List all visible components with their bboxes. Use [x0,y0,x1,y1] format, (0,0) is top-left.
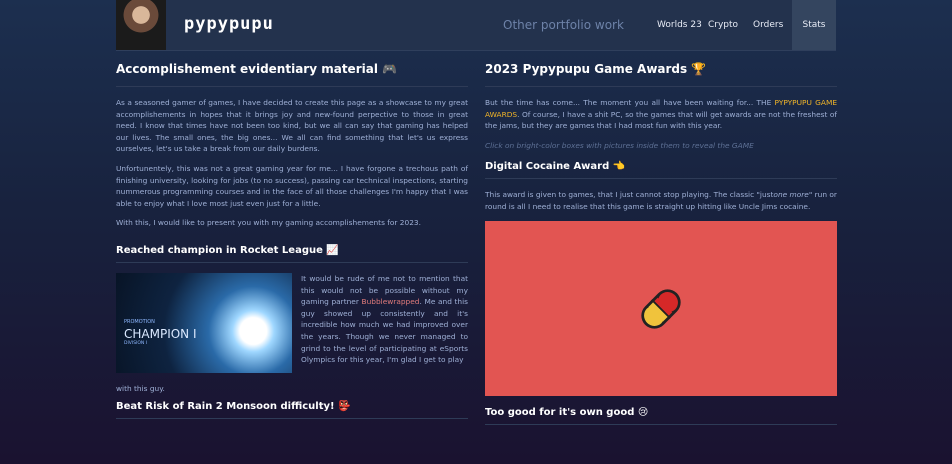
champion-label: CHAMPION I [124,326,197,341]
award-1-description: This award is given to games, that I jus… [485,190,837,211]
nav-orders[interactable]: Orders [753,0,783,50]
division-label: DIVISION I [124,340,148,346]
game-awards-column: 2023 Pypypupu Game Awards 🏆 But the time… [485,62,837,435]
game-awards-title: 2023 Pypypupu Game Awards 🏆 [485,62,707,76]
accomplishments-title: Accomplishement evidentiary material 🎮 [116,62,398,76]
intro-paragraph-1: As a seasoned gamer of games, I have dec… [116,98,468,154]
rocket-league-text: It would be rude of me not to mention th… [301,273,468,365]
top-nav-bar: pypypupu Other portfolio work Worlds 23 … [116,0,836,51]
click-instruction: Click on bright-color boxes with picture… [485,140,754,150]
award-1-reveal [485,220,837,405]
site-brand[interactable]: pypypupu [184,14,274,34]
rocket-league-section: PROMOTION CHAMPION I DIVISION I It would… [116,272,468,393]
accomplishments-column: Accomplishement evidentiary material 🎮 A… [116,62,468,429]
award-1-reveal-box[interactable] [485,220,837,396]
portfolio-link[interactable]: Other portfolio work [503,18,624,32]
awards-intro: But the time has come... The moment you … [485,98,837,131]
nav-worlds[interactable]: Worlds 23 [657,0,702,50]
risk-of-rain-title: Beat Risk of Rain 2 Monsoon difficulty! … [116,400,351,412]
nav-stats[interactable]: Stats [792,0,836,50]
intro-paragraph-2: Unfortunentely, this was not a great gam… [116,163,468,208]
intro-paragraph-3: With this, I would like to present you w… [116,218,421,228]
promotion-label: PROMOTION [124,318,155,325]
avatar[interactable] [116,0,166,50]
rocket-league-text-end: with this guy. [116,383,165,393]
partner-link[interactable]: Bubblewrapped [362,297,420,306]
rocket-league-champion-image: PROMOTION CHAMPION I DIVISION I [116,272,292,373]
award-1-title: Digital Cocaine Award 👈 [485,161,626,173]
award-2-title: Too good for it's own good 😢 [485,406,649,418]
nav-crypto[interactable]: Crypto [708,0,738,50]
pill-icon [641,288,681,329]
rocket-league-title: Reached champion in Rocket League 📈 [116,244,339,256]
